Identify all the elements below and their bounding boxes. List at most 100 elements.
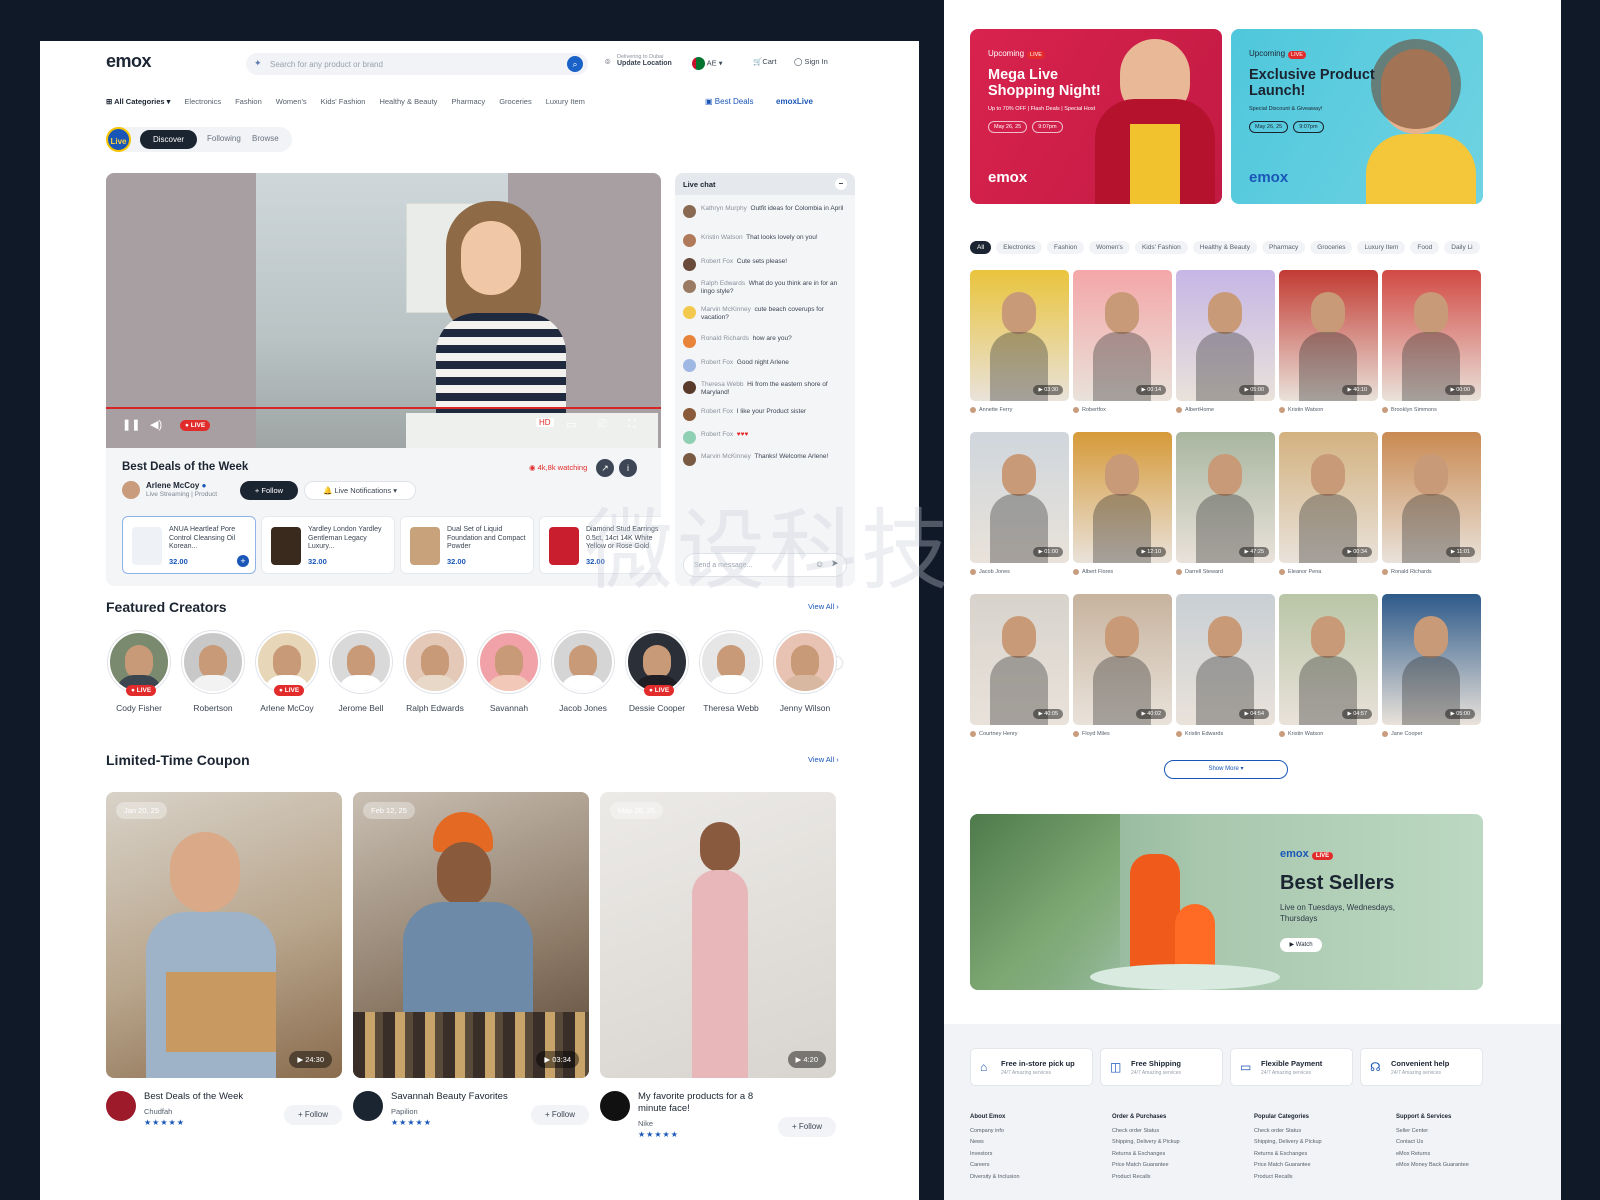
tile-creator-name[interactable]: Annette Ferry — [970, 407, 1012, 413]
creator-card[interactable]: Jenny Wilson — [772, 631, 838, 713]
upcoming-banner[interactable]: Upcoming LIVE Exclusive Product Launch! S… — [1231, 29, 1483, 204]
brand-logo[interactable] — [600, 1091, 630, 1121]
live-notifications-button[interactable]: 🔔 Live Notifications ▾ — [304, 481, 416, 500]
video-tile[interactable]: ▶ 05:00 — [1382, 594, 1481, 725]
video-progress-bar[interactable] — [106, 407, 661, 409]
volume-icon[interactable]: ◀) — [150, 418, 162, 431]
host-name[interactable]: Arlene McCoy ● — [146, 481, 206, 490]
nav-item[interactable]: Groceries — [499, 97, 532, 106]
video-tile[interactable]: ▶ 11:01 — [1382, 432, 1481, 563]
tile-creator-name[interactable]: Kristin Edwards — [1176, 731, 1223, 737]
nav-item[interactable]: Healthy & Beauty — [379, 97, 437, 106]
host-avatar[interactable] — [122, 481, 140, 499]
footer-link[interactable]: Shipping, Delivery & Pickup — [1254, 1137, 1322, 1149]
live-badge[interactable]: Live — [106, 127, 131, 152]
tile-creator-name[interactable]: Albert Flores — [1073, 569, 1113, 575]
creator-card[interactable]: Savannah — [476, 631, 542, 713]
creator-card[interactable]: ● LIVE Dessie Cooper — [624, 631, 690, 713]
footer-link[interactable]: Shipping, Delivery & Pickup — [1112, 1137, 1180, 1149]
country-selector[interactable]: AE ▾ — [692, 57, 723, 70]
theater-icon[interactable]: ▭ — [566, 418, 576, 431]
footer-link[interactable]: News — [970, 1137, 1020, 1149]
footer-link[interactable]: Diversity & Inclusion — [970, 1172, 1020, 1184]
coupon-video[interactable]: Feb 12, 25 ▶ 03:34 — [353, 792, 589, 1078]
share-icon[interactable]: ↗ — [596, 459, 614, 477]
brand-logo[interactable] — [106, 1091, 136, 1121]
footer-link[interactable]: Check order Status — [1254, 1126, 1322, 1138]
footer-link[interactable]: Price Match Guarantee — [1112, 1160, 1180, 1172]
footer-link[interactable]: Careers — [970, 1160, 1020, 1172]
emox-live-link[interactable]: emoxLive — [776, 97, 813, 106]
info-icon[interactable]: i — [619, 459, 637, 477]
nav-item[interactable]: Luxury Item — [546, 97, 585, 106]
signin-button[interactable]: ◯ Sign In — [794, 57, 828, 66]
coupon-follow-button[interactable]: + Follow — [778, 1117, 836, 1137]
product-card[interactable]: ANUA Heartleaf Pore Control Cleansing Oi… — [122, 516, 256, 574]
tile-creator-name[interactable]: Jane Cooper — [1382, 731, 1423, 737]
footer-link[interactable]: eMox Returns — [1396, 1149, 1469, 1161]
category-chip[interactable]: Pharmacy — [1262, 241, 1306, 254]
pause-icon[interactable]: ❚❚ — [122, 418, 140, 431]
minimize-icon[interactable]: – — [835, 178, 847, 190]
creator-card[interactable]: Robertson — [180, 631, 246, 713]
tile-creator-name[interactable]: Kristin Watson — [1279, 731, 1323, 737]
footer-link[interactable]: Price Match Guarantee — [1254, 1160, 1322, 1172]
creator-card[interactable]: Ralph Edwards — [402, 631, 468, 713]
best-deals-link[interactable]: ▣ Best Deals — [705, 97, 753, 106]
search-icon[interactable]: ⌕ — [567, 56, 583, 72]
tab-following[interactable]: Following — [207, 134, 241, 143]
category-chip[interactable]: Daily Li — [1444, 241, 1480, 254]
tab-discover[interactable]: Discover — [140, 130, 197, 149]
watch-button[interactable]: ▶ Watch — [1280, 938, 1322, 952]
category-chip[interactable]: Healthy & Beauty — [1192, 241, 1257, 254]
tab-browse[interactable]: Browse — [252, 134, 279, 143]
creator-card[interactable]: Theresa Webb — [698, 631, 764, 713]
category-chip[interactable]: All — [970, 241, 992, 254]
category-chip[interactable]: Groceries — [1310, 241, 1353, 254]
footer-link[interactable]: Returns & Exchanges — [1254, 1149, 1322, 1161]
search-input[interactable]: Search for any product or brand — [270, 60, 383, 69]
tile-creator-name[interactable]: Darrell Steward — [1176, 569, 1223, 575]
tile-creator-name[interactable]: Brooklyn Simmons — [1382, 407, 1437, 413]
add-product-icon[interactable]: + — [237, 555, 249, 567]
coupon-video[interactable]: Jan 20, 25 ▶ 24:30 — [106, 792, 342, 1078]
tile-creator-name[interactable]: Eleanor Pena — [1279, 569, 1321, 575]
category-chip[interactable]: Luxury Item — [1357, 241, 1406, 254]
creator-card[interactable]: ● LIVE Arlene McCoy — [254, 631, 320, 713]
location-selector[interactable]: ⌾ Delivering to Dubai Update Location — [605, 54, 672, 67]
footer-link[interactable]: Returns & Exchanges — [1112, 1149, 1180, 1161]
creator-card[interactable]: Jacob Jones — [550, 631, 616, 713]
video-tile[interactable]: ▶ 00:34 — [1279, 432, 1378, 563]
tile-creator-name[interactable]: Jacob Jones — [970, 569, 1010, 575]
follow-button[interactable]: + Follow — [240, 481, 298, 500]
footer-link[interactable]: Product Recalls — [1112, 1172, 1180, 1184]
logo[interactable]: emox — [106, 51, 152, 72]
coupon-follow-button[interactable]: + Follow — [284, 1105, 342, 1125]
best-sellers-banner[interactable]: emox LIVE Best Sellers Live on Tuesdays,… — [970, 814, 1483, 990]
category-chip[interactable]: Women's — [1089, 241, 1130, 254]
video-tile[interactable]: ▶ 05:00 — [1176, 270, 1275, 401]
nav-item[interactable]: Women's — [276, 97, 307, 106]
coupon-follow-button[interactable]: + Follow — [531, 1105, 589, 1125]
coupon-view-all-link[interactable]: View All › — [808, 755, 839, 764]
search-bar[interactable]: ✦ Search for any product or brand ⌕ — [246, 53, 588, 75]
tile-creator-name[interactable]: Kristin Watson — [1279, 407, 1323, 413]
cart-button[interactable]: 🛒Cart — [753, 57, 777, 66]
video-tile[interactable]: ▶ 01:00 — [970, 432, 1069, 563]
all-categories-button[interactable]: ⊞ All Categories ▾ — [106, 97, 170, 106]
footer-link[interactable]: Investors — [970, 1149, 1020, 1161]
tile-creator-name[interactable]: AlbertHome — [1176, 407, 1214, 413]
footer-link[interactable]: Contact Us — [1396, 1137, 1469, 1149]
nav-item[interactable]: Pharmacy — [451, 97, 485, 106]
video-tile[interactable]: ▶ 40:10 — [1279, 270, 1378, 401]
coupon-video[interactable]: May 26, 25 ▶ 4:20 — [600, 792, 836, 1078]
cast-icon[interactable]: ⎚ — [598, 418, 607, 431]
footer-link[interactable]: Check order Status — [1112, 1126, 1180, 1138]
tile-creator-name[interactable]: Floyd Miles — [1073, 731, 1110, 737]
tile-creator-name[interactable]: Courtney Henry — [970, 731, 1018, 737]
footer-link[interactable]: Seller Center — [1396, 1126, 1469, 1138]
show-more-button[interactable]: Show More ▾ — [1164, 760, 1288, 779]
creator-card[interactable]: ● LIVE Cody Fisher — [106, 631, 172, 713]
creator-card[interactable]: Jerome Bell — [328, 631, 394, 713]
category-chip[interactable]: Kids' Fashion — [1134, 241, 1188, 254]
